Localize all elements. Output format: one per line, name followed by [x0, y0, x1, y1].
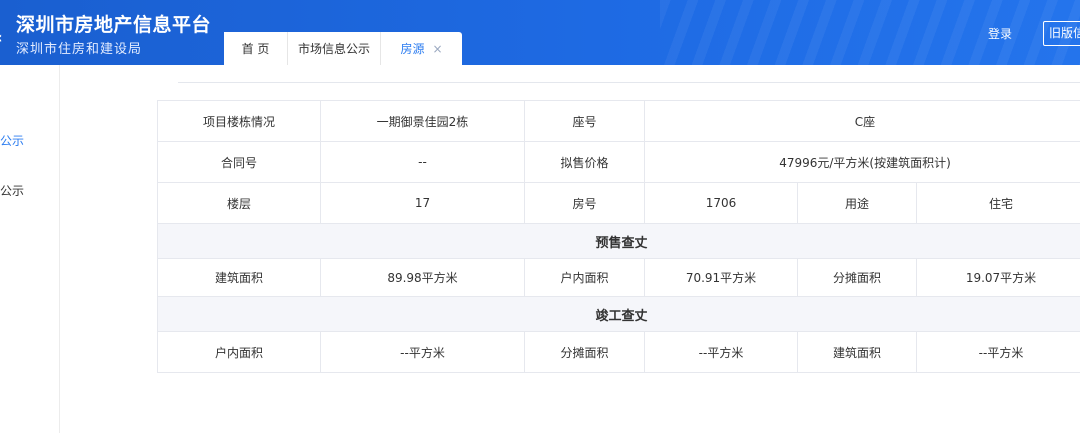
- tab-home-label: 首 页: [241, 42, 270, 56]
- label-shared-area: 分摊面积: [797, 258, 917, 297]
- value-inner-area-final: --平方米: [320, 331, 525, 373]
- top-header: ‹ 深圳市房地产信息平台 深圳市住房和建设局 首 页 市场信息公示 房源 × 登…: [0, 0, 1080, 65]
- tab-home[interactable]: 首 页: [224, 32, 288, 65]
- value-block: C座: [644, 100, 1080, 142]
- table-row: 建筑面积 89.98平方米 户内面积 70.91平方米 分摊面积 19.07平方…: [157, 258, 1080, 297]
- label-inner-area-final: 户内面积: [157, 331, 321, 373]
- label-room: 房号: [524, 182, 645, 224]
- sidebar-item-public-1[interactable]: 公示: [0, 132, 24, 149]
- label-contract: 合同号: [157, 141, 321, 183]
- value-inner-area: 70.91平方米: [644, 258, 798, 297]
- value-shared-area: 19.07平方米: [916, 258, 1080, 297]
- label-shared-area-final: 分摊面积: [524, 331, 645, 373]
- close-icon[interactable]: ×: [432, 42, 442, 56]
- table-row: 项目楼栋情况 一期御景佳园2栋 座号 C座: [157, 100, 1080, 142]
- brand-title: 深圳市房地产信息平台: [16, 14, 212, 36]
- header-decoration: [660, 0, 1080, 65]
- table-row: 户内面积 --平方米 分摊面积 --平方米 建筑面积 --平方米: [157, 331, 1080, 373]
- value-contract: --: [320, 141, 525, 183]
- table-row: 合同号 -- 拟售价格 47996元/平方米(按建筑面积计): [157, 141, 1080, 183]
- brand-subtitle: 深圳市住房和建设局: [16, 42, 143, 57]
- value-build-area: 89.98平方米: [320, 258, 525, 297]
- value-build-area-final: --平方米: [916, 331, 1080, 373]
- table-row: 楼层 17 房号 1706 用途 住宅: [157, 182, 1080, 224]
- label-usage: 用途: [797, 182, 917, 224]
- label-price: 拟售价格: [524, 141, 645, 183]
- tab-listing-label: 房源: [400, 42, 425, 56]
- property-info-table: 项目楼栋情况 一期御景佳园2栋 座号 C座 合同号 -- 拟售价格 47996元…: [157, 100, 1080, 373]
- value-room: 1706: [644, 182, 798, 224]
- label-build-area-final: 建筑面积: [797, 331, 917, 373]
- tab-market-info-label: 市场信息公示: [297, 42, 370, 56]
- value-price: 47996元/平方米(按建筑面积计): [644, 141, 1080, 183]
- label-floor: 楼层: [157, 182, 321, 224]
- value-usage: 住宅: [916, 182, 1080, 224]
- content-gutter: [61, 65, 131, 433]
- section-row: 预售查丈: [157, 223, 1080, 259]
- section-title-presale: 预售查丈: [157, 223, 1080, 259]
- tab-market-info[interactable]: 市场信息公示: [288, 32, 381, 65]
- divider: [178, 82, 1080, 83]
- section-title-completion: 竣工查丈: [157, 296, 1080, 332]
- section-row: 竣工查丈: [157, 296, 1080, 332]
- label-block: 座号: [524, 100, 645, 142]
- label-inner-area: 户内面积: [524, 258, 645, 297]
- value-floor: 17: [320, 182, 525, 224]
- label-building: 项目楼栋情况: [157, 100, 321, 142]
- chevron-left-icon[interactable]: ‹: [0, 30, 3, 46]
- sidebar-item-public-2[interactable]: 公示: [0, 182, 24, 199]
- old-version-button[interactable]: 旧版信: [1043, 21, 1080, 46]
- value-shared-area-final: --平方米: [644, 331, 798, 373]
- label-build-area: 建筑面积: [157, 258, 321, 297]
- sidebar: 公示 公示: [0, 65, 60, 433]
- tab-listing[interactable]: 房源 ×: [381, 32, 462, 65]
- nav-tabs: 首 页 市场信息公示 房源 ×: [224, 32, 462, 65]
- login-button[interactable]: 登录: [988, 25, 1012, 42]
- value-building: 一期御景佳园2栋: [320, 100, 525, 142]
